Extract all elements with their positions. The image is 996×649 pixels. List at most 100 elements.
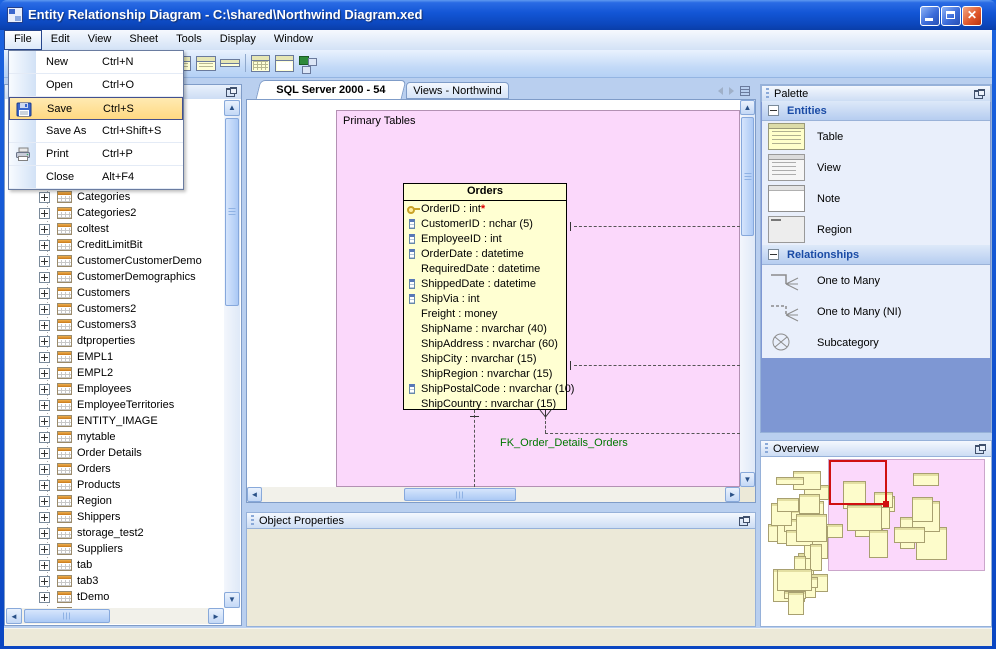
palette-item[interactable]: Note [762, 183, 990, 214]
table-field[interactable]: ShipVia : int [404, 291, 566, 306]
tree-item[interactable]: ENTITY_IMAGE [6, 413, 224, 429]
tree-item[interactable]: Suppliers [6, 541, 224, 557]
palette-item[interactable]: View [762, 152, 990, 183]
relationship-line[interactable] [574, 365, 740, 366]
canvas-hscroll-thumb[interactable] [404, 488, 516, 501]
tree-item[interactable]: CustomerDemographics [6, 269, 224, 285]
collapse-minus-icon[interactable] [768, 249, 779, 260]
entities-group-header[interactable]: Entities [762, 101, 990, 121]
expand-plus-icon[interactable] [39, 383, 50, 395]
tree-item[interactable]: EMPL1 [6, 349, 224, 365]
table-field[interactable]: EmployeeID : int [404, 231, 566, 246]
expand-plus-icon[interactable] [39, 479, 50, 491]
tree-hscroll-thumb[interactable] [24, 609, 110, 623]
expand-plus-icon[interactable] [39, 511, 50, 523]
table-field[interactable]: ShipName : nvarchar (40) [404, 321, 566, 336]
expand-plus-icon[interactable] [39, 415, 50, 427]
tree-item[interactable]: EmployeeTerritories [6, 397, 224, 413]
expand-plus-icon[interactable] [39, 559, 50, 571]
relationship-line[interactable] [474, 410, 475, 487]
expand-plus-icon[interactable] [39, 335, 50, 347]
canvas-horizontal-scrollbar[interactable]: ◄ ► [247, 487, 740, 502]
table-field[interactable]: CustomerID : nchar (5) [404, 216, 566, 231]
menu-bar-item[interactable]: Sheet [120, 30, 167, 50]
tree-item[interactable]: EMPL2 [6, 365, 224, 381]
toolbar-table-grid-icon[interactable] [251, 55, 270, 72]
expand-plus-icon[interactable] [39, 495, 50, 507]
expand-plus-icon[interactable] [39, 607, 50, 608]
expand-plus-icon[interactable] [39, 207, 50, 219]
palette-item[interactable]: One to Many (NI) [762, 296, 990, 327]
tab-views-northwind[interactable]: Views - Northwind [406, 82, 509, 99]
scroll-right-icon[interactable]: ► [725, 487, 740, 502]
entity-title[interactable]: Orders [404, 184, 566, 201]
tree-item[interactable]: tDemo [6, 589, 224, 605]
expand-plus-icon[interactable] [39, 367, 50, 379]
expand-plus-icon[interactable] [39, 303, 50, 315]
file-menu-item[interactable]: Close Alt+F4 [9, 166, 183, 189]
menu-bar-item[interactable]: Edit [42, 30, 79, 50]
table-field[interactable]: ShipPostalCode : nvarchar (10) [404, 381, 574, 396]
expand-plus-icon[interactable] [39, 431, 50, 443]
scroll-down-icon[interactable]: ▼ [224, 592, 240, 608]
prev-tab-icon[interactable] [718, 87, 723, 95]
expand-plus-icon[interactable] [39, 399, 50, 411]
toolbar-view-form-icon[interactable] [275, 55, 294, 72]
palette-item[interactable]: Table [762, 121, 990, 152]
tree-item[interactable]: dtproperties [6, 333, 224, 349]
table-field[interactable]: RequiredDate : datetime [404, 261, 566, 276]
title-bar[interactable]: Entity Relationship Diagram - C:\shared\… [0, 0, 996, 30]
expand-plus-icon[interactable] [39, 239, 50, 251]
minimize-button[interactable] [920, 6, 940, 26]
palette-item[interactable]: Region [762, 214, 990, 245]
tree-horizontal-scrollbar[interactable]: ◄ ► [6, 608, 224, 624]
palette-item[interactable]: Subcategory [762, 327, 990, 358]
drag-grip-icon[interactable] [765, 443, 768, 454]
tree-item[interactable]: CustomerCustomerDemo [6, 253, 224, 269]
tree-item[interactable]: tab3 [6, 573, 224, 589]
tree-item[interactable]: Order Details [6, 445, 224, 461]
entity-orders-table[interactable]: Orders OrderID : int * CustomerID : ncha… [403, 183, 574, 411]
tree-item[interactable]: tab [6, 557, 224, 573]
tree-item[interactable]: Categories2 [6, 205, 224, 221]
expand-plus-icon[interactable] [39, 543, 50, 555]
tree-item[interactable]: CreditLimitBit [6, 237, 224, 253]
scroll-up-icon[interactable]: ▲ [224, 100, 240, 116]
drag-grip-icon[interactable] [766, 88, 769, 99]
file-menu-item[interactable]: Print Ctrl+P [9, 143, 183, 166]
menu-bar-item[interactable]: File [4, 30, 42, 50]
table-field[interactable]: ShipRegion : nvarchar (15) [404, 366, 566, 381]
expand-plus-icon[interactable] [39, 527, 50, 539]
file-menu-item[interactable]: Save Ctrl+S [9, 97, 183, 120]
expand-plus-icon[interactable] [39, 223, 50, 235]
expand-plus-icon[interactable] [39, 287, 50, 299]
expand-plus-icon[interactable] [39, 271, 50, 283]
fk-relationship-label[interactable]: FK_Order_Details_Orders [500, 437, 628, 449]
tree-item[interactable]: Customers3 [6, 317, 224, 333]
next-tab-icon[interactable] [729, 87, 734, 95]
tree-item[interactable]: Products [6, 477, 224, 493]
tree-vscroll-thumb[interactable] [225, 118, 239, 306]
diagram-canvas[interactable]: Primary Tables FK_Order_Details_Orders O… [246, 99, 756, 503]
tree-item[interactable]: mytable [6, 429, 224, 445]
object-properties-header[interactable]: Object Properties [246, 512, 756, 529]
tree-item[interactable]: Employees [6, 381, 224, 397]
menu-bar-item[interactable]: Window [265, 30, 322, 50]
tree-item[interactable]: Orders [6, 461, 224, 477]
palette-header[interactable]: Palette [761, 85, 991, 102]
expand-plus-icon[interactable] [39, 255, 50, 267]
tab-list-icon[interactable] [740, 86, 750, 96]
scroll-up-icon[interactable]: ▲ [740, 100, 755, 115]
relationships-group-header[interactable]: Relationships [762, 245, 990, 265]
tree-item[interactable]: Region [6, 493, 224, 509]
tree-item[interactable]: coltest [6, 221, 224, 237]
table-field[interactable]: Freight : money [404, 306, 566, 321]
table-field[interactable]: ShipAddress : nvarchar (60) [404, 336, 566, 351]
close-button[interactable] [962, 6, 982, 26]
toolbar-relationship-icon[interactable] [298, 55, 318, 72]
table-field[interactable]: ShippedDate : datetime [404, 276, 566, 291]
table-field[interactable]: OrderDate : datetime [404, 246, 566, 261]
overview-viewport-rect[interactable] [829, 460, 889, 507]
table-field[interactable]: ShipCountry : nvarchar (15) [404, 396, 566, 411]
expand-plus-icon[interactable] [39, 591, 50, 603]
